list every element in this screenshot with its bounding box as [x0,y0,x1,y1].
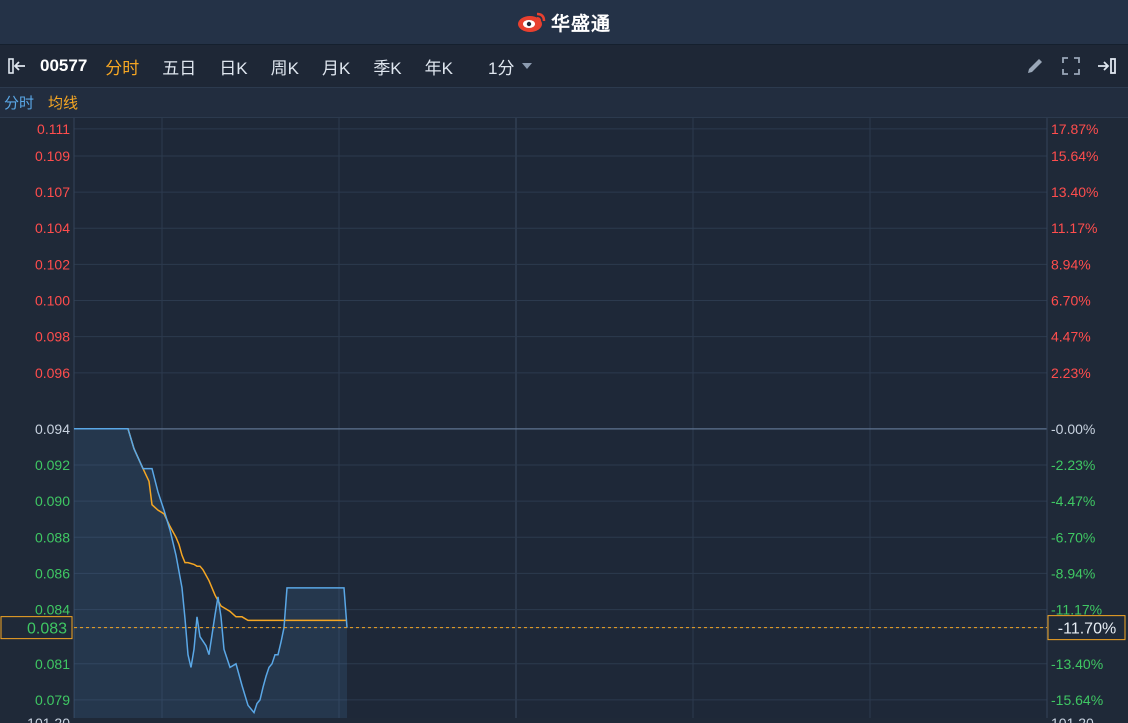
left-tick-label: 0.111 [37,121,70,137]
tab-monthly-k[interactable]: 月K [322,54,350,79]
right-tick-label: 13.40% [1051,184,1098,200]
right-tick-label: 2.23% [1051,365,1091,381]
left-tick-label: 0.079 [35,692,70,708]
right-tick-label: 8.94% [1051,256,1091,272]
left-tick-label: 0.094 [35,421,70,437]
bottom-left-label: 101.20 [27,715,70,723]
exit-icon[interactable] [1096,55,1118,77]
brand: 华盛通 [517,9,611,36]
right-tick-label: -2.23% [1051,457,1095,473]
interval-label: 1分 [488,58,515,78]
right-tick-label: 15.64% [1051,148,1098,164]
right-tick-label: -8.94% [1051,565,1095,581]
left-tick-label: 0.090 [35,493,70,509]
current-price-label: 0.083 [27,621,67,638]
fullscreen-icon[interactable] [1060,55,1082,77]
pencil-icon[interactable] [1024,55,1046,77]
tab-quarterly-k[interactable]: 季K [373,54,401,79]
left-tick-label: 0.081 [35,656,70,672]
tab-weekly-k[interactable]: 周K [271,54,299,79]
right-tick-label: -6.70% [1051,529,1095,545]
left-tick-label: 0.100 [35,293,70,309]
left-tick-label: 0.098 [35,329,70,345]
right-tick-label: -4.47% [1051,493,1095,509]
tab-five-day[interactable]: 五日 [162,54,196,79]
left-tick-label: 0.107 [35,184,70,200]
collapse-panel-icon[interactable] [6,56,32,76]
bottom-right-label: 101.20 [1051,715,1094,723]
legend-intraday: 分时 [4,95,35,112]
right-tick-label: -13.40% [1051,656,1103,672]
right-tick-label: 11.17% [1051,220,1097,236]
current-pct-label: -11.70% [1058,621,1116,638]
right-tick-label: -15.64% [1051,692,1103,708]
interval-dropdown[interactable]: 1分 [488,54,533,79]
left-tick-label: 0.084 [35,602,70,618]
legend-row: 分时 均线 [0,88,1128,118]
weibo-eye-logo-icon [517,12,546,32]
toolbar-right-tools [1024,55,1118,77]
brand-bar: 华盛通 [0,0,1128,45]
intraday-chart: 0.111 0.109 0.107 0.104 0.102 0.100 0.098 0.096… [0,118,1126,723]
chart-toolbar: 00577 分时 五日 日K 周K 月K 季K 年K 1分 [0,45,1128,88]
left-tick-label: 0.092 [35,457,70,473]
left-tick-label: 0.109 [35,148,70,164]
right-tick-label: -0.00% [1051,421,1095,437]
left-tick-label: 0.104 [35,220,70,236]
right-tick-label: 17.87% [1051,121,1098,137]
chevron-down-icon [522,63,533,69]
left-tick-label: 0.088 [35,529,70,545]
tab-daily-k[interactable]: 日K [219,54,247,79]
right-tick-label: 4.47% [1051,329,1091,345]
tab-intraday[interactable]: 分时 [105,54,139,79]
stock-code: 00577 [40,56,88,75]
brand-name: 华盛通 [550,13,611,35]
legend-average: 均线 [48,95,79,112]
right-tick-label: 6.70% [1051,293,1091,309]
left-tick-label: 0.096 [35,365,70,381]
left-tick-label: 0.086 [35,565,70,581]
left-tick-label: 0.102 [35,256,70,272]
tab-yearly-k[interactable]: 年K [425,54,453,79]
